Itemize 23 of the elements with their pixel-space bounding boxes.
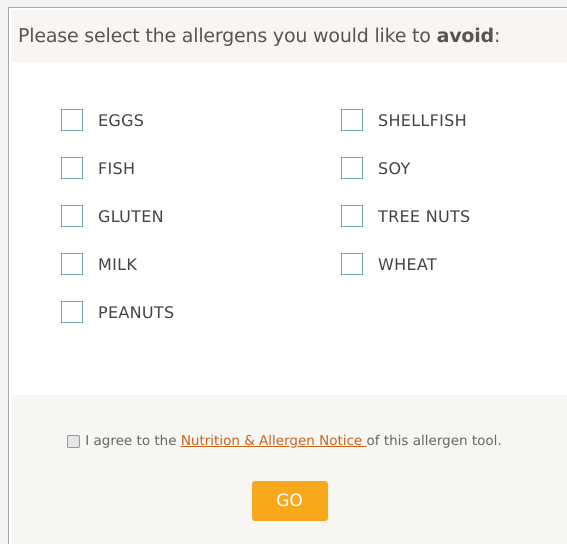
notice-link[interactable]: Nutrition & Allergen Notice [180, 433, 367, 449]
allergen-label: FISH [98, 158, 136, 178]
agree-checkbox[interactable] [67, 434, 80, 448]
checkbox[interactable] [61, 301, 83, 323]
checkbox[interactable] [341, 205, 363, 227]
allergen-label: WHEAT [378, 254, 437, 274]
allergen-label: GLUTEN [98, 206, 164, 226]
checkbox[interactable] [341, 157, 363, 179]
checkbox[interactable] [61, 157, 83, 179]
heading: Please select the allergens you would like to avoid: [18, 25, 500, 47]
allergen-label: EGGS [98, 110, 144, 130]
allergen-label: SHELLFISH [378, 110, 467, 130]
agreement-text: I agree to the Nutrition & Allergen Notice of this allergen tool. [85, 433, 502, 449]
allergen-label: SOY [378, 158, 411, 178]
allergen-label: TREE NUTS [378, 206, 471, 226]
allergen-label: MILK [98, 254, 138, 274]
checkbox[interactable] [61, 253, 83, 275]
go-button[interactable]: GO [252, 481, 328, 521]
checkbox[interactable] [61, 205, 83, 227]
checkbox[interactable] [341, 253, 363, 275]
checkbox[interactable] [341, 109, 363, 131]
allergen-label: PEANUTS [98, 302, 174, 322]
checkbox[interactable] [61, 109, 83, 131]
